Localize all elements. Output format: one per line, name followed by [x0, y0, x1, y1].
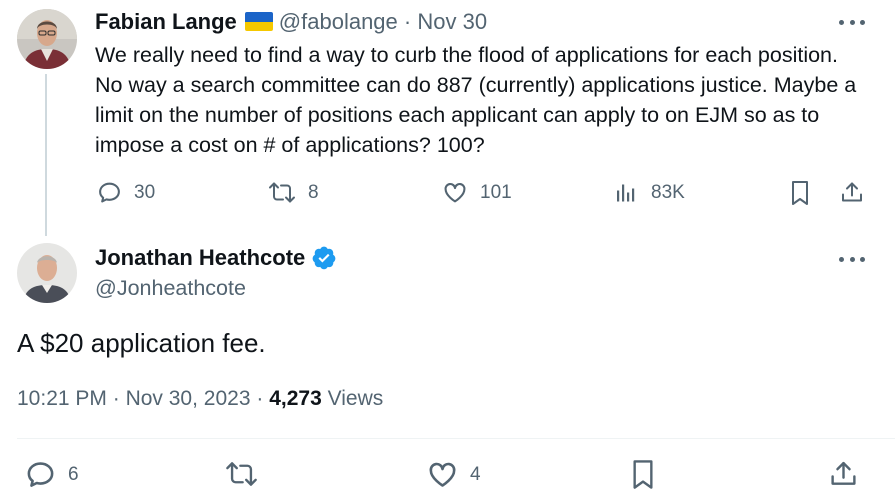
ukraine-flag-icon — [244, 12, 273, 31]
tweet1-header: Fabian Lange @fabolange · Nov 30 — [95, 9, 487, 35]
retweet-count: 8 — [308, 181, 319, 203]
reply-button[interactable]: 30 — [97, 180, 155, 205]
views-count: 4,273 — [269, 387, 322, 410]
tweet-time[interactable]: 10:21 PM — [17, 387, 107, 410]
share-icon — [831, 461, 856, 485]
verified-badge-icon[interactable] — [311, 245, 337, 271]
like-button[interactable]: 101 — [442, 180, 512, 205]
share-button[interactable] — [840, 180, 864, 205]
avatar-jonathan-heathcote[interactable] — [17, 243, 77, 303]
divider — [17, 438, 895, 439]
dot-separator: · — [256, 387, 264, 410]
reply-button[interactable]: 6 — [25, 459, 79, 490]
tweet-date[interactable]: Nov 30 — [417, 9, 487, 34]
more-icon[interactable] — [839, 254, 865, 264]
tweet-date[interactable]: Nov 30, 2023 — [126, 387, 251, 410]
reply-count: 30 — [134, 181, 156, 203]
retweet-icon — [226, 462, 257, 486]
thread-connector — [45, 74, 47, 236]
like-icon — [444, 182, 466, 203]
author-name[interactable]: Jonathan Heathcote — [95, 245, 305, 271]
reply-icon — [27, 462, 54, 487]
views-icon — [617, 184, 635, 202]
like-button[interactable]: 4 — [427, 459, 481, 490]
bookmark-button[interactable] — [631, 459, 655, 490]
bookmark-icon — [792, 181, 808, 205]
bookmark-button[interactable] — [790, 180, 810, 206]
like-count: 101 — [480, 181, 512, 203]
bookmark-icon — [633, 460, 653, 489]
tweet-metadata: 10:21 PM · Nov 30, 2023 · 4,273 Views — [17, 387, 383, 411]
views-count: 83K — [651, 181, 685, 203]
tweet-text: We really need to find a way to curb the… — [95, 43, 857, 157]
like-icon — [429, 462, 456, 487]
reply-count: 6 — [68, 463, 79, 485]
dot-separator: · — [403, 9, 412, 34]
share-button[interactable] — [829, 459, 858, 489]
views-button[interactable]: 83K — [615, 180, 685, 205]
retweet-icon — [269, 182, 295, 203]
author-name[interactable]: Fabian Lange — [95, 9, 237, 34]
retweet-button[interactable] — [225, 459, 270, 489]
avatar-fabian-lange[interactable] — [17, 9, 77, 69]
dot-separator: · — [112, 387, 120, 410]
tweet2-header: Jonathan Heathcote — [95, 245, 337, 271]
tweet-text: A $20 application fee. — [17, 328, 266, 358]
share-icon — [842, 182, 862, 202]
like-count: 4 — [470, 463, 481, 485]
reply-icon — [99, 182, 120, 203]
more-icon[interactable] — [839, 17, 865, 27]
author-handle[interactable]: @Jonheathcote — [95, 276, 246, 301]
views-label: Views — [327, 387, 384, 410]
author-handle[interactable]: @fabolange — [279, 9, 398, 34]
retweet-button[interactable]: 8 — [268, 180, 319, 205]
